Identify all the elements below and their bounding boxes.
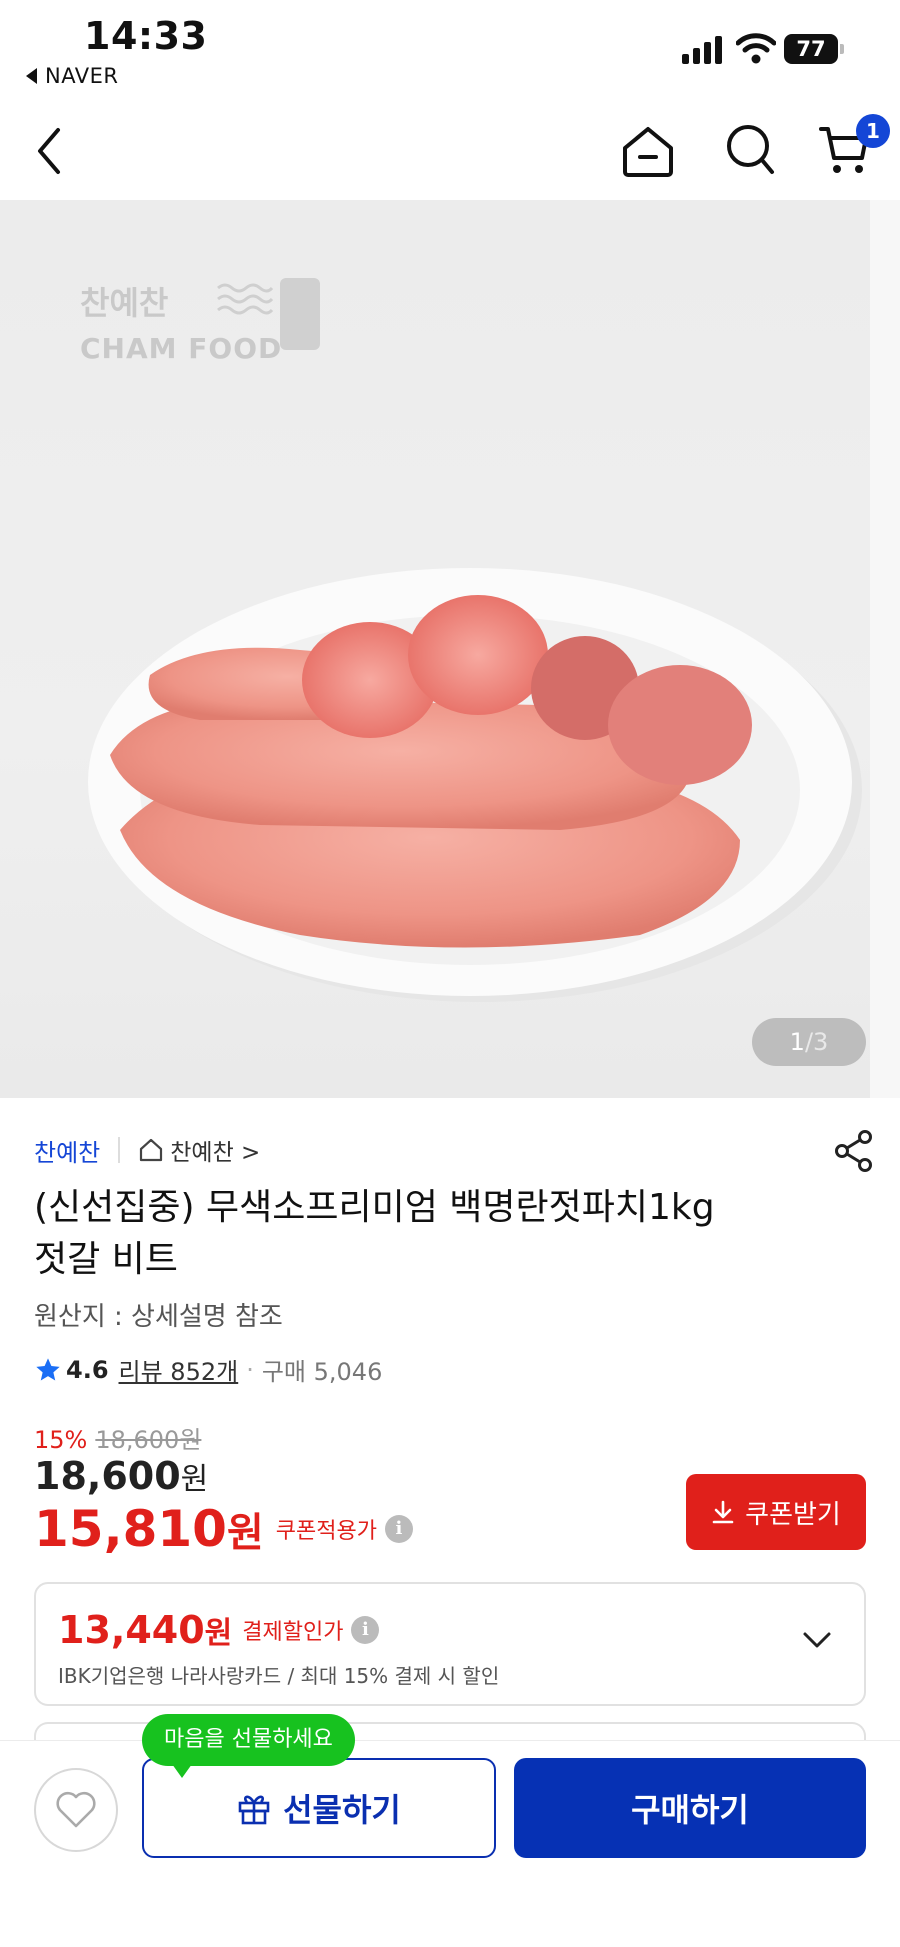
gift-button-label: 선물하기: [283, 1791, 401, 1829]
rating-score: 4.6: [66, 1355, 109, 1384]
dot-separator: ·: [246, 1355, 254, 1384]
origin-info: 원산지 : 상세설명 참조: [34, 1302, 283, 1332]
gift-tooltip: 마음을 선물하세요: [142, 1714, 355, 1778]
share-icon[interactable]: [834, 1130, 874, 1172]
product-title-line1: (신선집중) 무색소프리미엄 백명란젓파치1kg: [34, 1187, 715, 1228]
back-chevron-icon[interactable]: [32, 126, 66, 176]
store-row: 찬예찬 찬예찬 >: [34, 1130, 874, 1170]
purchase-count: 구매 5,046: [261, 1358, 383, 1386]
download-icon: [712, 1500, 734, 1524]
search-icon[interactable]: [724, 122, 776, 178]
discount-rate: 15%: [34, 1426, 88, 1454]
image-counter-current: 1: [789, 1028, 805, 1056]
coupon-price-won: 원: [226, 1510, 264, 1556]
coupon-price: 15,810 원 쿠폰적용가 i: [34, 1500, 413, 1558]
coupon-price-label: 쿠폰적용가: [275, 1519, 377, 1544]
get-coupon-label: 쿠폰받기: [745, 1499, 841, 1530]
wishlist-button[interactable]: [34, 1768, 118, 1852]
original-price: 18,600원: [95, 1426, 202, 1454]
battery-level: 77: [784, 34, 838, 64]
discount-row: 15% 18,600원: [34, 1420, 201, 1455]
reviews-link[interactable]: 리뷰 852개: [119, 1352, 239, 1387]
payment-price-won: 원: [204, 1616, 233, 1651]
top-nav: [0, 100, 900, 200]
cart-count-badge: 1: [856, 114, 890, 148]
payment-discount-card[interactable]: 13,440 원 결제할인가 i IBK기업은행 나라사랑카드 / 최대 15% …: [34, 1582, 866, 1706]
chevron-down-icon[interactable]: [802, 1630, 832, 1650]
payment-card-description: IBK기업은행 나라사랑카드 / 최대 15% 결제 시 할인: [58, 1664, 500, 1688]
get-coupon-button[interactable]: 쿠폰받기: [686, 1474, 866, 1550]
payment-discount-price: 13,440 원 결제할인가 i: [58, 1608, 380, 1652]
product-title-line2: 젓갈 비트: [34, 1239, 178, 1280]
home-icon[interactable]: [620, 124, 676, 178]
heart-icon: [56, 1791, 96, 1828]
status-bar: 14:33 NAVER 77: [0, 0, 900, 100]
star-icon: [36, 1357, 60, 1380]
divider: [118, 1137, 121, 1163]
tooltip-tail: [172, 1764, 192, 1778]
sale-price: 18,600원: [34, 1454, 208, 1498]
image-counter-separator: /: [804, 1028, 814, 1056]
status-time: 14:33: [84, 14, 208, 58]
store-home-link[interactable]: 찬예찬 >: [138, 1133, 260, 1167]
battery-tip: [840, 44, 844, 54]
image-counter-total: 3: [813, 1028, 829, 1056]
payment-price-label: 결제할인가: [242, 1620, 344, 1645]
buy-button[interactable]: 구매하기: [514, 1758, 866, 1858]
gift-icon: [238, 1795, 270, 1825]
sale-price-number: 18,600: [34, 1454, 181, 1498]
gift-button[interactable]: 선물하기: [142, 1758, 496, 1858]
cellular-signal-icon: [682, 36, 722, 64]
back-to-app-link[interactable]: NAVER: [26, 64, 118, 88]
product-image-gallery[interactable]: 찬예찬 CHAM FOOD 1/3: [0, 200, 900, 1098]
buy-button-label: 구매하기: [631, 1791, 749, 1829]
payment-info-icon[interactable]: i: [351, 1616, 380, 1644]
store-name-link[interactable]: 찬예찬: [34, 1133, 100, 1168]
payment-price-number: 13,440: [58, 1608, 205, 1652]
store-home-icon: [140, 1138, 163, 1162]
product-title: (신선집중) 무색소프리미엄 백명란젓파치1kg 젓갈 비트: [34, 1182, 794, 1286]
back-app-label: NAVER: [45, 64, 119, 88]
sale-price-won: 원: [180, 1462, 209, 1497]
coupon-price-number: 15,810: [34, 1500, 227, 1558]
store-home-label: 찬예찬 >: [170, 1140, 261, 1166]
gift-tooltip-text: 마음을 선물하세요: [164, 1727, 333, 1752]
image-counter: 1/3: [752, 1018, 866, 1066]
coupon-info-icon[interactable]: i: [384, 1515, 413, 1543]
wifi-icon: [736, 33, 776, 64]
rating-row: 4.6 리뷰 852개 · 구매 5,046: [34, 1352, 382, 1387]
product-photo: [88, 568, 862, 1002]
back-triangle-icon: [26, 68, 37, 84]
battery-indicator: 77: [784, 34, 844, 64]
